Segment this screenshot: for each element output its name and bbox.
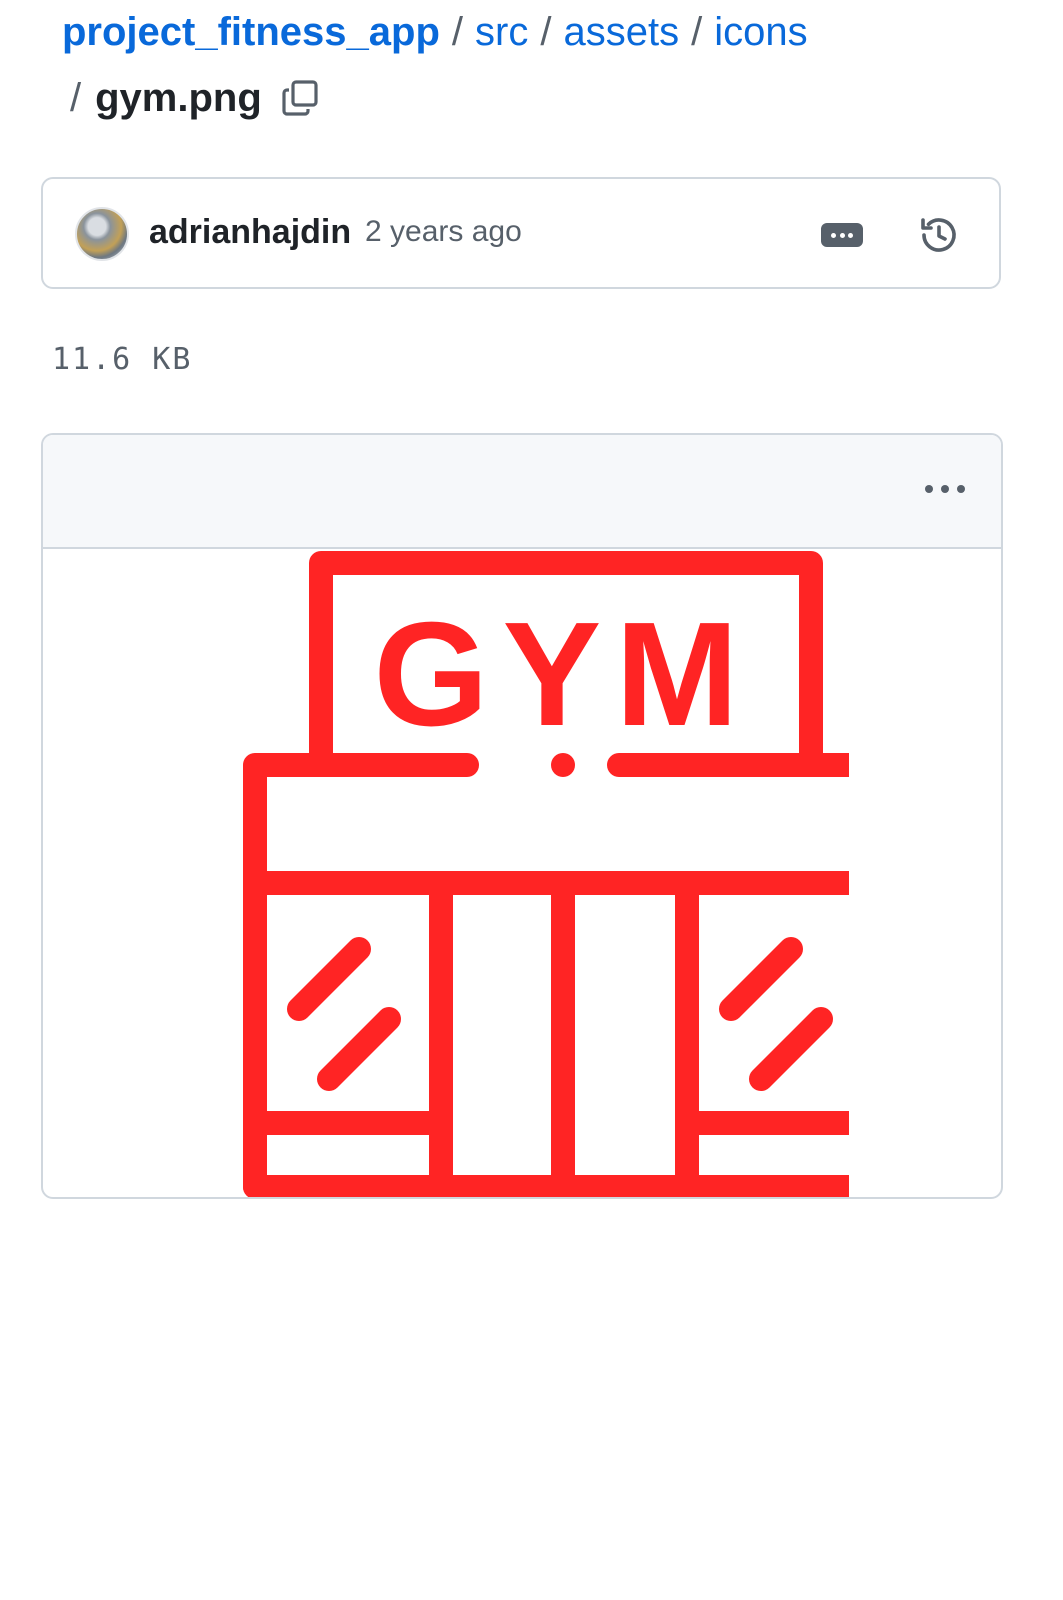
commit-message-toggle-button[interactable] [821,223,863,247]
latest-commit-box: adrianhajdin 2 years ago [41,177,1001,289]
kebab-horizontal-icon [941,485,949,493]
breadcrumb-separator: / [691,10,703,54]
breadcrumb-separator: / [70,76,82,120]
copy-icon [282,80,318,116]
breadcrumb: project_fitness_app / src / assets / icons [62,6,808,58]
ellipsis-icon [839,232,845,238]
file-size: 11.6 KB [52,342,193,377]
history-icon [921,218,956,252]
file-viewer: GYM [41,433,1003,1199]
history-button[interactable] [915,211,963,259]
avatar[interactable] [75,207,129,261]
breadcrumb-separator: / [451,10,464,54]
breadcrumb-folder-link[interactable]: icons [714,10,807,54]
viewer-header [43,435,1001,549]
file-path-line: / gym.png [70,72,322,124]
copy-path-button[interactable] [278,76,322,120]
ellipsis-icon [830,232,836,238]
breadcrumb-folder-link[interactable]: src [475,10,528,54]
breadcrumb-separator: / [540,10,552,54]
more-options-button[interactable] [925,485,965,493]
ellipsis-icon [848,232,854,238]
gym-image: GYM [243,551,849,1197]
commit-author[interactable]: adrianhajdin [149,213,351,252]
commit-age: 2 years ago [365,215,522,248]
breadcrumb-repo-link[interactable]: project_fitness_app [62,10,440,54]
gym-sign-text: GYM [373,592,752,757]
kebab-horizontal-icon [925,485,933,493]
kebab-horizontal-icon [957,485,965,493]
breadcrumb-folder-link[interactable]: assets [563,10,679,54]
file-name: gym.png [95,76,262,120]
